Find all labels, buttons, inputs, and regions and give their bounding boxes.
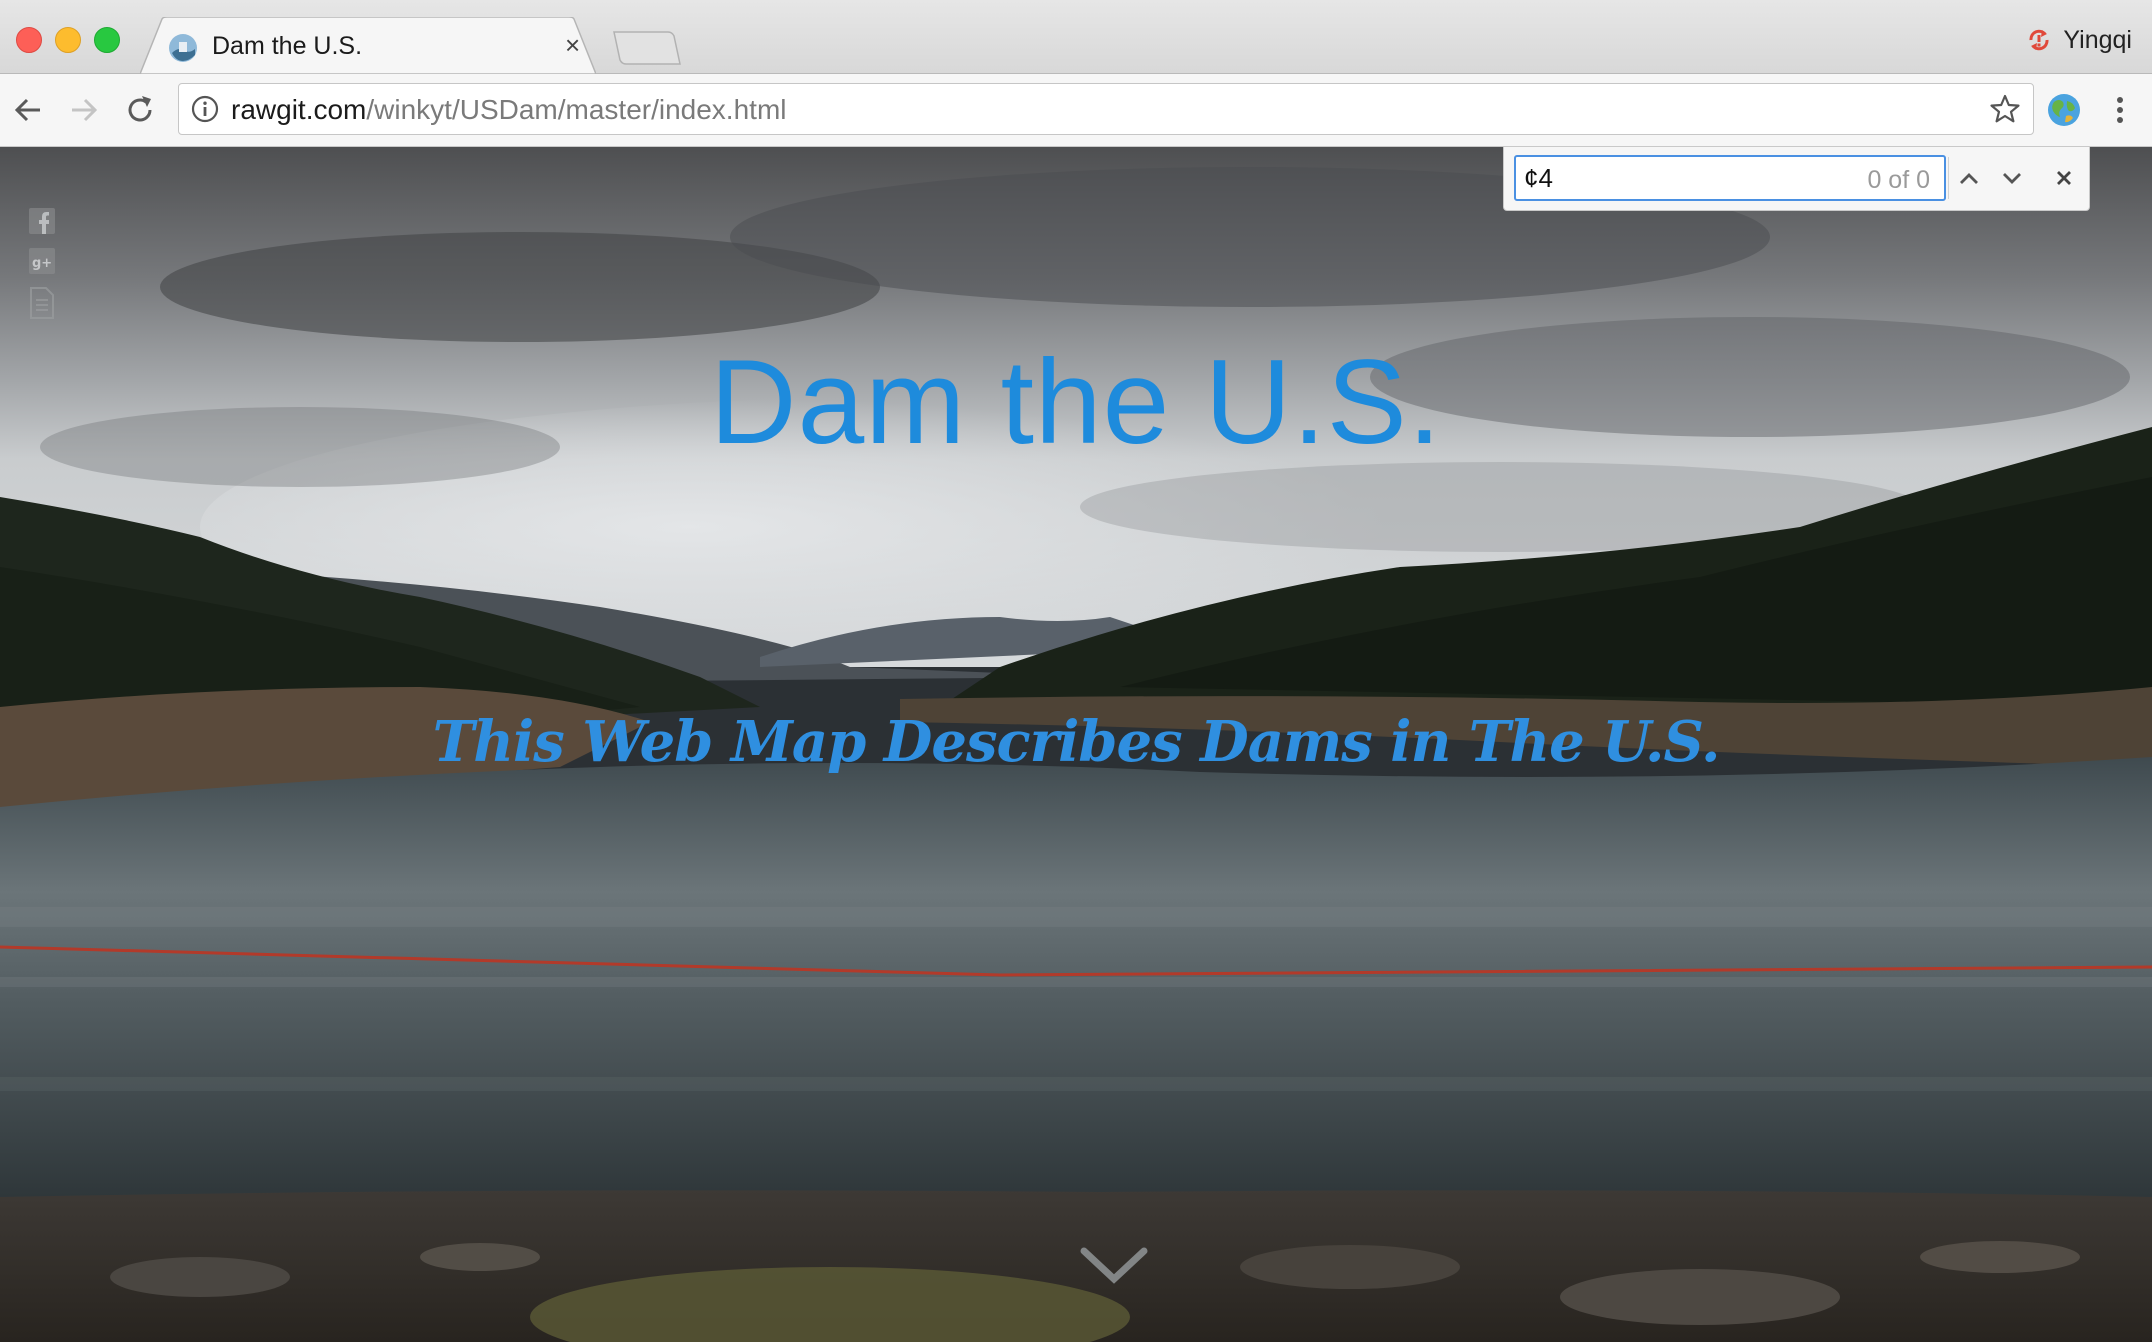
zoom-window-button[interactable]	[94, 27, 120, 53]
browser-chrome: Dam the U.S. × Yingqi rawgit.com/winkyt/…	[0, 0, 2152, 147]
tab-active[interactable]: Dam the U.S. ×	[140, 17, 596, 74]
tab-strip: Dam the U.S. × Yingqi	[0, 0, 2152, 74]
web-page: g+ Dam the U.S. This Web Map Describes D…	[0, 147, 2152, 1342]
find-input-box: 0 of 0	[1514, 155, 1946, 201]
profile-button[interactable]: Yingqi	[2025, 20, 2132, 60]
minimize-window-button[interactable]	[55, 27, 81, 53]
sync-paused-icon	[2029, 29, 2049, 51]
find-bar: 0 of 0	[1503, 147, 2090, 211]
google-plus-icon[interactable]: g+	[28, 247, 56, 275]
url-host: rawgit.com	[231, 94, 367, 125]
facebook-icon[interactable]	[28, 207, 56, 235]
page-title: Dam the U.S.	[709, 335, 1443, 469]
profile-name: Yingqi	[2063, 25, 2132, 54]
back-arrow-icon[interactable]	[8, 90, 48, 130]
new-tab-button[interactable]	[612, 30, 682, 66]
address-bar[interactable]: rawgit.com/winkyt/USDam/master/index.htm…	[178, 83, 2034, 135]
toolbar: rawgit.com/winkyt/USDam/master/index.htm…	[0, 74, 2152, 147]
scroll-down-chevron-icon[interactable]	[1080, 1245, 1148, 1285]
find-previous-chevron-up-icon[interactable]	[1948, 157, 1989, 199]
globe-extension-icon[interactable]	[2046, 92, 2082, 128]
url-path: /winkyt/USDam/master/index.html	[366, 94, 787, 125]
tab-title: Dam the U.S.	[212, 32, 363, 60]
document-icon[interactable]	[28, 287, 56, 319]
find-next-chevron-down-icon[interactable]	[1992, 157, 2032, 199]
tab-close-icon[interactable]: ×	[565, 31, 580, 59]
bookmark-star-icon[interactable]	[1989, 93, 2021, 125]
svg-text:g+: g+	[32, 256, 52, 271]
more-menu-icon[interactable]	[2106, 92, 2134, 128]
page-subtitle: This Web Map Describes Dams in The U.S.	[432, 709, 1721, 775]
reload-icon[interactable]	[120, 90, 160, 130]
find-close-icon[interactable]	[2044, 157, 2084, 199]
site-info-icon[interactable]	[191, 95, 219, 123]
find-input[interactable]	[1524, 163, 1824, 193]
url-text: rawgit.com/winkyt/USDam/master/index.htm…	[231, 94, 786, 126]
close-window-button[interactable]	[16, 27, 42, 53]
forward-arrow-icon[interactable]	[64, 90, 104, 130]
find-match-count: 0 of 0	[1867, 166, 1930, 194]
globe-favicon-icon	[169, 34, 197, 62]
social-share-bar: g+	[28, 207, 56, 327]
tab-shape	[140, 17, 596, 74]
